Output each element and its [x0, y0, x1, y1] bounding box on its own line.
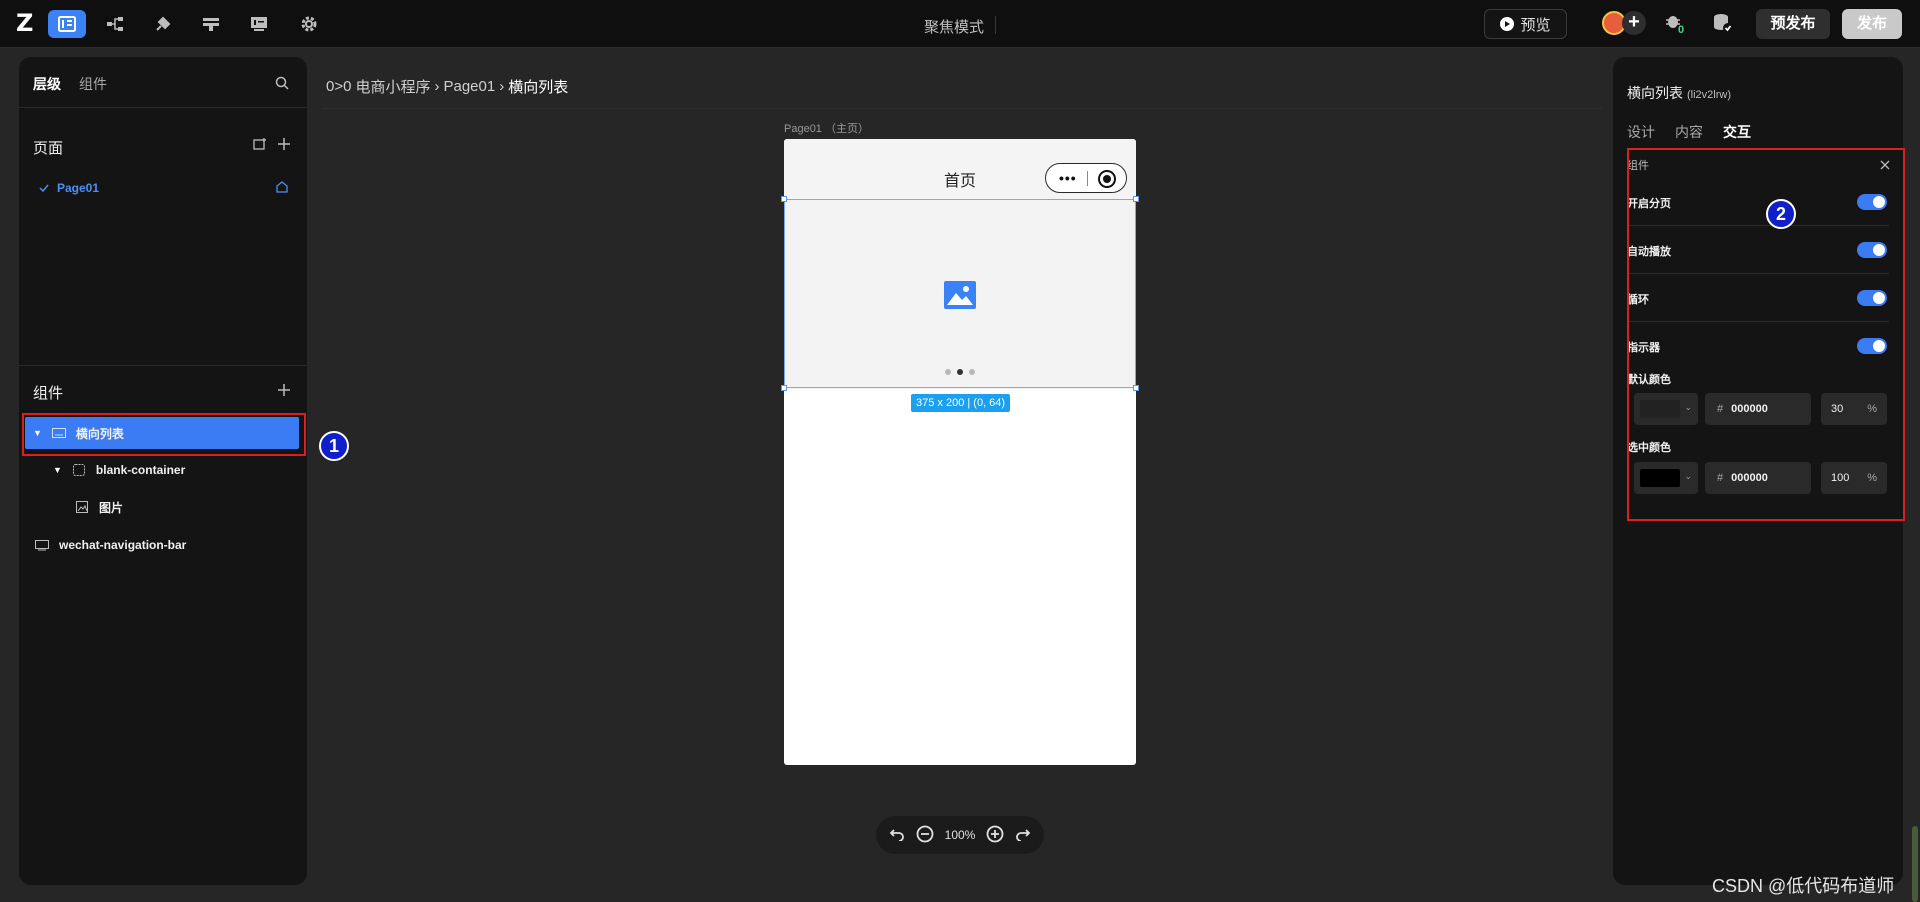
pages-icon[interactable] — [48, 10, 86, 38]
breadcrumb-separator: › — [434, 78, 440, 95]
play-icon — [1500, 17, 1515, 31]
phone-page-title: 首页 — [944, 173, 977, 190]
flow-icon[interactable] — [96, 10, 134, 38]
divider — [19, 365, 307, 366]
tab-interaction[interactable]: 交互 — [1723, 122, 1751, 142]
zoom-level: 100% — [944, 828, 976, 842]
left-panel: 层级 组件 页面 Page01 组件 ▼ 横向列表 ▼ blank-contai… — [19, 57, 307, 885]
divider — [995, 16, 996, 34]
mini-program-capsule[interactable]: ••• — [1045, 163, 1127, 193]
tab-components[interactable]: 组件 — [79, 74, 107, 94]
scrollbar[interactable] — [1912, 826, 1918, 902]
breadcrumb-item[interactable]: Page01 — [443, 78, 495, 95]
divider — [19, 107, 307, 108]
focus-mode-label[interactable]: 聚焦模式 — [924, 16, 984, 37]
zoom-in-icon[interactable] — [986, 825, 1004, 846]
resize-handle[interactable] — [781, 385, 787, 391]
close-icon[interactable] — [1098, 170, 1116, 188]
top-bar: Z 聚焦模式 预览 + 0 预发布 发布 — [0, 0, 1920, 48]
breadcrumb-item[interactable]: 电商小程序 — [355, 76, 430, 97]
selection-outline — [781, 196, 1139, 391]
components-section-title: 组件 — [33, 385, 64, 402]
add-component-icon[interactable] — [277, 383, 291, 402]
size-position-tag: 375 x 200 | (0, 64) — [911, 394, 1011, 412]
annotation-box-2 — [1627, 148, 1905, 521]
breadcrumb: 0>0 电商小程序 › Page01 › 横向列表 — [326, 76, 568, 97]
check-icon — [39, 181, 49, 195]
resize-handle[interactable] — [781, 196, 787, 202]
database-icon[interactable] — [1712, 12, 1734, 39]
more-icon[interactable]: ••• — [1059, 170, 1077, 186]
tree-item-blank-container[interactable]: ▼ blank-container — [25, 454, 299, 486]
add-folder-icon[interactable] — [253, 137, 267, 156]
container-icon — [72, 464, 86, 476]
layers-icon[interactable] — [192, 10, 230, 38]
breadcrumb-icon: 0>0 — [326, 78, 352, 95]
plugin-icon[interactable] — [144, 10, 182, 38]
add-collaborator-button[interactable]: + — [1622, 11, 1646, 35]
resize-handle[interactable] — [1133, 196, 1139, 202]
home-icon[interactable] — [275, 180, 289, 199]
page-item[interactable]: Page01 — [39, 181, 99, 195]
breadcrumb-separator: › — [499, 78, 505, 95]
bug-count: 0 — [1678, 24, 1684, 34]
wechat-navigation-bar[interactable]: 首页 ••• — [784, 139, 1136, 199]
bug-icon[interactable]: 0 — [1664, 12, 1686, 39]
tree-item-label: blank-container — [95, 463, 186, 477]
component-name: 横向列表 — [1627, 85, 1683, 101]
zoom-toolbar: 100% — [876, 816, 1044, 854]
image-icon — [75, 501, 89, 513]
divider — [322, 108, 1602, 109]
zoom-out-icon[interactable] — [916, 825, 934, 846]
caret-down-icon[interactable]: ▼ — [53, 465, 62, 475]
divider — [1087, 171, 1088, 186]
preview-button[interactable]: 预览 — [1484, 9, 1567, 39]
pages-section-title: 页面 — [33, 140, 64, 157]
tree-item-label: wechat-navigation-bar — [59, 538, 187, 552]
resize-handle[interactable] — [1133, 385, 1139, 391]
publish-button[interactable]: 发布 — [1842, 9, 1902, 39]
undo-icon[interactable] — [889, 827, 905, 844]
navbar-icon — [35, 539, 49, 551]
tab-design[interactable]: 设计 — [1627, 122, 1655, 142]
tab-content[interactable]: 内容 — [1675, 122, 1703, 142]
page-frame-label: Page01 （主页） — [784, 123, 869, 135]
annotation-marker-1: 1 — [319, 431, 349, 461]
gear-icon[interactable] — [290, 10, 328, 38]
add-page-icon[interactable] — [277, 137, 291, 156]
page-actions — [253, 137, 291, 156]
property-tabs: 设计 内容 交互 — [1627, 122, 1751, 142]
prepublish-button[interactable]: 预发布 — [1756, 9, 1830, 39]
monitor-icon[interactable] — [240, 10, 278, 38]
preview-label: 预览 — [1520, 16, 1551, 34]
tab-hierarchy[interactable]: 层级 — [33, 74, 61, 94]
tree-item-navigation-bar[interactable]: wechat-navigation-bar — [25, 529, 299, 561]
page-label: Page01 — [57, 181, 100, 195]
tree-item-image[interactable]: 图片 — [25, 491, 299, 523]
search-icon[interactable] — [275, 76, 289, 95]
left-panel-tabs: 层级 组件 — [33, 74, 107, 94]
component-id: (li2v2lrw) — [1687, 89, 1731, 101]
component-title: 横向列表 (li2v2lrw) — [1627, 83, 1731, 103]
annotation-marker-2: 2 — [1766, 199, 1796, 229]
tree-item-label: 图片 — [99, 500, 124, 515]
redo-icon[interactable] — [1015, 827, 1031, 844]
annotation-box-1 — [22, 413, 306, 456]
watermark: CSDN @低代码布道师 — [1712, 876, 1895, 896]
breadcrumb-current[interactable]: 横向列表 — [508, 76, 568, 97]
app-logo[interactable]: Z — [16, 11, 38, 35]
